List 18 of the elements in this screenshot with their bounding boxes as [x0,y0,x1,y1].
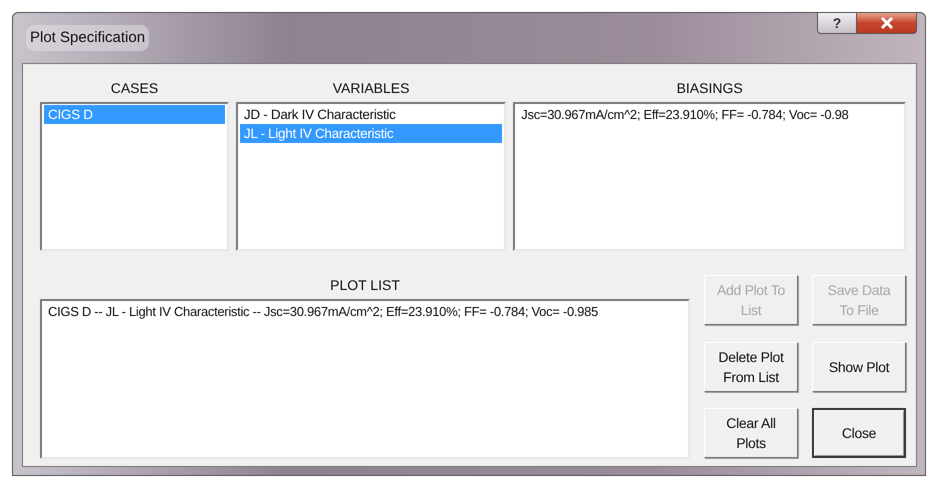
list-item[interactable]: Jsc=30.967mA/cm^2; Eff=23.910%; FF= -0.784; Voc= -0.98 [517,105,902,124]
list-item[interactable]: CIGS D -- JL - Light IV Characteristic -- Jsc=30.967mA/cm^2; Eff=23.910%; FF= -0.784; Voc= -0.985 [44,302,686,321]
help-button[interactable]: ? [817,12,857,34]
list-heading: PLOT LIST [329,276,401,295]
close-icon [880,17,894,29]
list-heading: VARIABLES [332,79,410,98]
list-box[interactable]: JD - Dark IV Characteristic JL - Light IV Characteristic [236,102,506,251]
dialog-button[interactable]: Clear All Plots [704,408,798,458]
list-heading: CASES [110,79,160,98]
list-heading: BIASINGS [676,79,744,98]
close-button[interactable] [857,12,917,34]
window-title: Plot Specification [26,24,150,52]
dialog-button[interactable]: Show Plot [812,342,906,392]
list-item[interactable]: JD - Dark IV Characteristic [240,105,502,124]
dialog-button[interactable]: Close [812,408,906,458]
list-box[interactable]: CIGS D -- JL - Light IV Characteristic -- Jsc=30.967mA/cm^2; Eff=23.910%; FF= -0.784; Voc= -0.985 [40,299,690,459]
dialog-button[interactable]: Delete Plot From List [704,342,798,392]
list-box[interactable]: Jsc=30.967mA/cm^2; Eff=23.910%; FF= -0.784; Voc= -0.98 [513,102,906,251]
